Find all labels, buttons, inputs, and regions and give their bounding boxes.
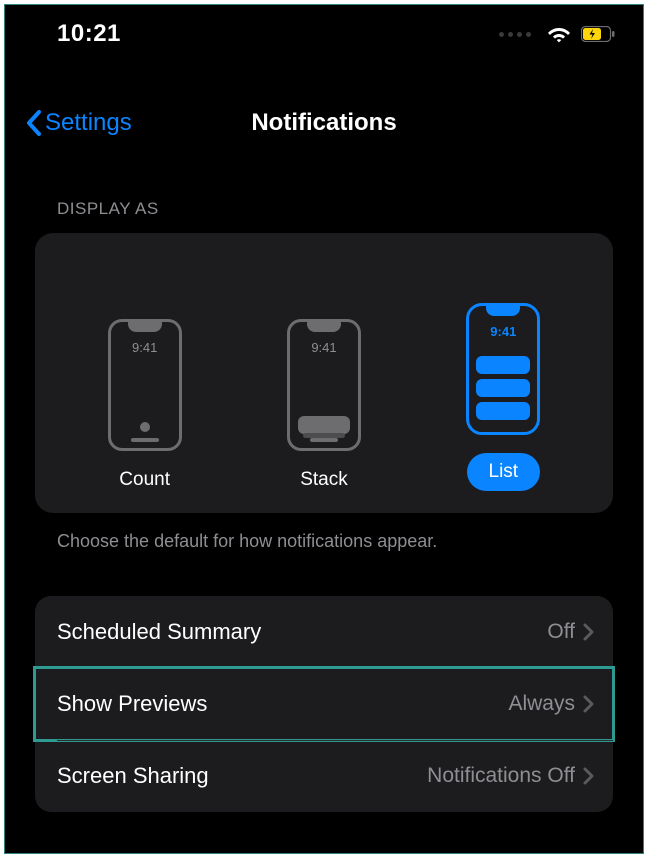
wifi-icon	[547, 25, 571, 43]
row-label: Screen Sharing	[57, 763, 209, 789]
row-value: Off	[547, 620, 575, 644]
chevron-right-icon	[583, 695, 595, 713]
list-preview-icon: 9:41	[466, 303, 540, 435]
notifications-settings-screen: 10:21	[4, 4, 644, 854]
content: DISPLAY AS 9:41 Count 9:41	[5, 199, 643, 812]
row-scheduled-summary[interactable]: Scheduled Summary Off	[35, 596, 613, 668]
display-option-list[interactable]: 9:41 List	[466, 259, 540, 491]
row-value: Always	[508, 692, 575, 716]
row-label: Scheduled Summary	[57, 619, 261, 645]
section-header-display-as: DISPLAY AS	[57, 199, 613, 219]
display-as-card: 9:41 Count 9:41 Stack	[35, 233, 613, 513]
display-option-count[interactable]: 9:41 Count	[108, 319, 182, 491]
chevron-right-icon	[583, 623, 595, 641]
settings-list: Scheduled Summary Off Show Previews Alwa…	[35, 596, 613, 812]
nav-header: Settings Notifications	[5, 87, 643, 159]
status-bar: 10:21	[5, 5, 643, 63]
page-title: Notifications	[251, 109, 396, 137]
display-option-stack[interactable]: 9:41 Stack	[287, 319, 361, 491]
chevron-right-icon	[583, 767, 595, 785]
page-dots-icon	[499, 32, 531, 37]
row-value: Notifications Off	[427, 764, 575, 788]
stack-preview-icon: 9:41	[287, 319, 361, 451]
back-button[interactable]: Settings	[25, 109, 132, 137]
status-right	[499, 25, 615, 43]
display-option-label: List	[467, 453, 541, 491]
count-preview-icon: 9:41	[108, 319, 182, 451]
display-option-label: Stack	[300, 469, 348, 491]
status-time: 10:21	[57, 20, 121, 48]
battery-charging-icon	[581, 26, 615, 42]
back-label: Settings	[45, 109, 132, 137]
row-show-previews[interactable]: Show Previews Always	[35, 668, 613, 740]
row-label: Show Previews	[57, 691, 207, 717]
row-screen-sharing[interactable]: Screen Sharing Notifications Off	[35, 740, 613, 812]
display-as-footer: Choose the default for how notifications…	[57, 531, 605, 552]
display-option-label: Count	[119, 469, 170, 491]
chevron-left-icon	[25, 109, 43, 137]
